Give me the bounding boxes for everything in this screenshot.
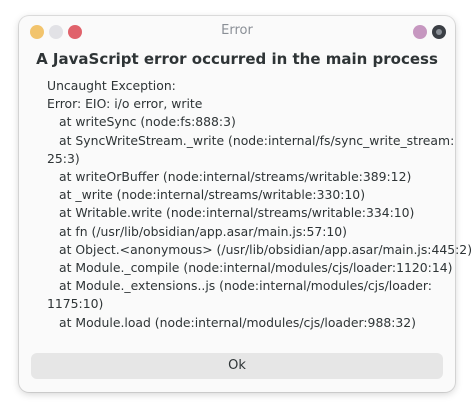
message-line: Uncaught Exception: <box>47 78 176 93</box>
error-heading: A JavaScript error occurred in the main … <box>36 50 438 68</box>
message-line: Error: EIO: i/o error, write <box>47 96 203 112</box>
stack-line: at writeSync (node:fs:888:3) <box>59 114 236 130</box>
stack-line: at Module.load (node:internal/modules/cj… <box>59 314 416 330</box>
stack-line: at Module._extensions..js (node:internal… <box>59 278 432 294</box>
stack-line: at writeOrBuffer (node:internal/streams/… <box>59 169 412 185</box>
stack-line: at Object.<anonymous> (/usr/lib/obsidian… <box>59 241 473 257</box>
mauve-window-button[interactable] <box>413 25 427 39</box>
error-message: Uncaught Exception: Error: EIO: i/o erro… <box>47 77 473 332</box>
stack-line-wrap: 1175:10) <box>47 296 104 312</box>
stack-line: at Module._compile (node:internal/module… <box>59 260 453 276</box>
ok-button[interactable]: Ok <box>31 353 443 379</box>
stack-line: at Writable.write (node:internal/streams… <box>59 205 415 221</box>
title-bar[interactable]: Error <box>19 16 455 48</box>
error-dialog: Error A JavaScript error occurred in the… <box>19 16 473 392</box>
stack-line: at SyncWriteStream._write (node:internal… <box>59 132 455 148</box>
stack-line-wrap: 25:3) <box>47 150 80 166</box>
stack-line: at _write (node:internal/streams/writabl… <box>59 187 366 203</box>
dark-window-button[interactable] <box>432 25 446 39</box>
window-title: Error <box>221 23 253 38</box>
stack-line: at fn (/usr/lib/obsidian/app.asar/main.j… <box>59 223 348 239</box>
